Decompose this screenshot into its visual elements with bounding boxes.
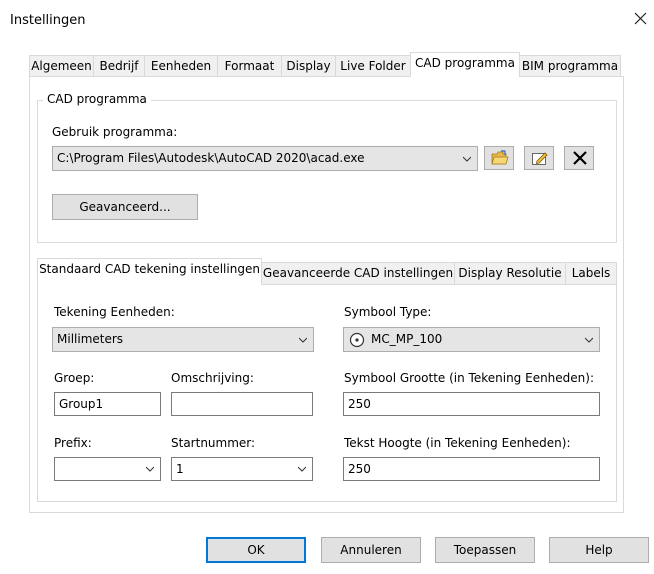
- subtab-display-resolutie[interactable]: Display Resolutie: [454, 262, 566, 284]
- help-button[interactable]: Help: [549, 537, 649, 563]
- group-input[interactable]: Group1: [54, 392, 161, 416]
- description-input[interactable]: [171, 392, 313, 416]
- units-select-value: Millimeters: [57, 332, 124, 346]
- subtab-labels[interactable]: Labels: [565, 262, 617, 284]
- chevron-down-icon: [146, 466, 154, 472]
- program-select[interactable]: C:\Program Files\Autodesk\AutoCAD 2020\a…: [52, 146, 478, 171]
- program-select-value: C:\Program Files\Autodesk\AutoCAD 2020\a…: [57, 151, 365, 165]
- window-title: Instellingen: [10, 13, 86, 28]
- group-label: Groep:: [54, 371, 95, 385]
- subtab-geavanceerd[interactable]: Geavanceerde CAD instellingen: [261, 262, 455, 284]
- close-icon: [634, 12, 646, 25]
- tab-bim-programma[interactable]: BIM programma: [519, 55, 621, 76]
- units-select[interactable]: Millimeters: [52, 327, 314, 352]
- text-height-label: Tekst Hoogte (in Tekening Eenheden):: [344, 436, 571, 450]
- program-label: Gebruik programma:: [52, 125, 178, 139]
- browse-button[interactable]: [484, 146, 514, 170]
- chevron-down-icon: [298, 466, 306, 472]
- start-number-value: 1: [176, 462, 184, 476]
- open-folder-icon: [491, 150, 509, 165]
- tab-eenheden[interactable]: Eenheden: [144, 55, 218, 76]
- chevron-down-icon: [299, 337, 307, 343]
- subtab-standaard[interactable]: Standaard CAD tekening instellingen: [37, 258, 262, 285]
- apply-button[interactable]: Toepassen: [435, 537, 535, 563]
- tab-algemeen[interactable]: Algemeen: [29, 55, 94, 76]
- description-label: Omschrijving:: [171, 371, 254, 385]
- chevron-down-icon: [463, 156, 471, 162]
- delete-button[interactable]: [564, 146, 594, 170]
- symbol-type-label: Symbool Type:: [344, 305, 432, 319]
- units-label: Tekening Eenheden:: [54, 305, 175, 319]
- start-number-select[interactable]: 1: [171, 457, 313, 481]
- symbol-type-value: MC_MP_100: [371, 332, 443, 346]
- tab-live-folder[interactable]: Live Folder: [335, 55, 411, 76]
- tab-formaat[interactable]: Formaat: [217, 55, 282, 76]
- chevron-down-icon: [585, 337, 593, 343]
- cad-program-legend: CAD programma: [43, 92, 151, 106]
- advanced-button[interactable]: Geavanceerd...: [52, 194, 198, 220]
- prefix-select[interactable]: [54, 457, 161, 481]
- symbol-size-label: Symbool Grootte (in Tekening Eenheden):: [344, 371, 594, 385]
- prefix-label: Prefix:: [54, 436, 92, 450]
- start-number-label: Startnummer:: [171, 436, 256, 450]
- symbol-type-select[interactable]: MC_MP_100: [343, 327, 600, 352]
- symbol-size-input[interactable]: 250: [343, 392, 600, 416]
- tab-bedrijf[interactable]: Bedrijf: [93, 55, 145, 76]
- edit-icon: [532, 152, 548, 165]
- text-height-input[interactable]: 250: [343, 457, 600, 481]
- tab-display[interactable]: Display: [281, 55, 336, 76]
- cancel-button[interactable]: Annuleren: [321, 537, 421, 563]
- ok-button[interactable]: OK: [206, 537, 306, 563]
- symbol-circle-icon: [349, 332, 365, 348]
- close-button[interactable]: [628, 7, 652, 31]
- tab-cad-programma[interactable]: CAD programma: [410, 52, 520, 77]
- edit-button[interactable]: [524, 146, 554, 170]
- delete-icon: [573, 151, 587, 165]
- cad-program-group: [37, 100, 617, 243]
